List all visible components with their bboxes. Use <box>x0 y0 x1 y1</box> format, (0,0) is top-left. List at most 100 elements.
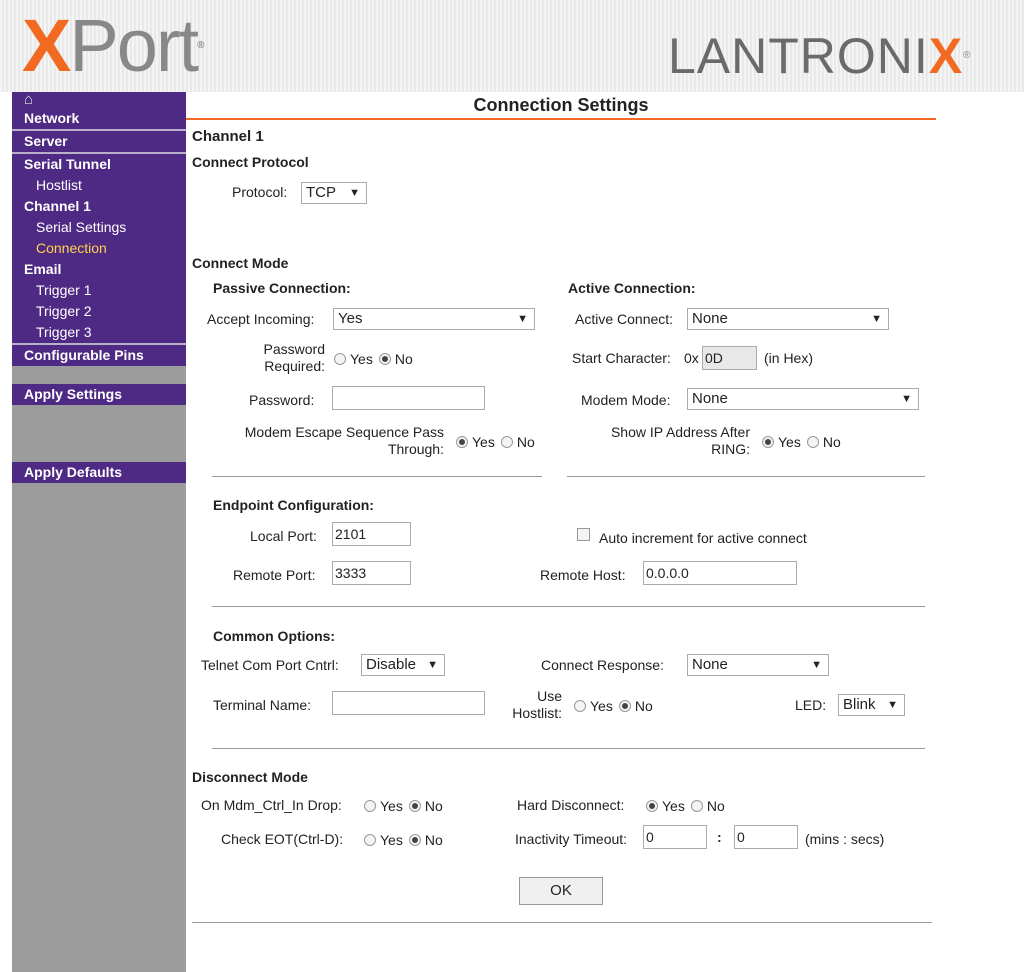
home-icon[interactable]: ⌂ <box>12 92 186 108</box>
channel-heading: Channel 1 <box>192 128 264 145</box>
protocol-value: TCP <box>306 184 336 201</box>
show-ip-yes-radio[interactable] <box>762 436 774 448</box>
mdm-ctrl-drop-radios: Yes No <box>358 798 443 814</box>
modem-escape-yes-radio[interactable] <box>456 436 468 448</box>
protocol-label: Protocol: <box>232 184 288 200</box>
start-character-prefix: 0x <box>684 350 699 366</box>
connect-mode-heading: Connect Mode <box>192 255 289 271</box>
modem-escape-label: Modem Escape Sequence Pass Through: <box>244 424 444 457</box>
inactivity-seconds-input[interactable]: 0 <box>734 825 798 849</box>
apply-settings-button[interactable]: Apply Settings <box>12 384 186 405</box>
password-required-radios: Yes No <box>328 351 413 367</box>
sidebar-item-trigger-1[interactable]: Trigger 1 <box>12 280 186 301</box>
led-value: Blink <box>843 696 876 713</box>
header-banner: XPort® LANTRONIX® <box>0 0 1024 92</box>
telnet-com-port-select[interactable]: Disable ▼ <box>361 654 445 676</box>
chevron-down-icon: ▼ <box>887 699 898 711</box>
check-eot-label: Check EOT(Ctrl-D): <box>221 831 344 847</box>
sidebar-item-serial-settings[interactable]: Serial Settings <box>12 217 186 238</box>
inactivity-minutes-input[interactable]: 0 <box>643 825 707 849</box>
chevron-down-icon: ▼ <box>349 187 360 199</box>
remote-host-label: Remote Host: <box>540 567 626 583</box>
accept-incoming-select[interactable]: Yes ▼ <box>333 308 535 330</box>
check-eot-yes-radio[interactable] <box>364 834 376 846</box>
page-title: Connection Settings <box>473 95 649 115</box>
active-connect-value: None <box>692 310 728 327</box>
use-hostlist-label: Use Hostlist: <box>512 688 562 721</box>
sidebar-item-channel-1[interactable]: Channel 1 <box>12 196 186 217</box>
local-port-label: Local Port: <box>250 528 317 544</box>
apply-defaults-button[interactable]: Apply Defaults <box>12 462 186 483</box>
connect-response-label: Connect Response: <box>541 657 664 673</box>
active-connect-select[interactable]: None ▼ <box>687 308 889 330</box>
inactivity-separator: : <box>717 829 722 845</box>
use-hostlist-yes-radio[interactable] <box>574 700 586 712</box>
check-eot-radios: Yes No <box>358 832 443 848</box>
sidebar-item-network[interactable]: Network <box>12 108 186 129</box>
ok-button[interactable]: OK <box>519 877 603 905</box>
terminal-name-input[interactable] <box>332 691 485 715</box>
section-divider <box>212 606 925 607</box>
sidebar-item-connection[interactable]: Connection <box>12 238 186 259</box>
apply-settings-block: Apply Settings <box>12 384 186 405</box>
telnet-com-port-label: Telnet Com Port Cntrl: <box>201 657 339 673</box>
chevron-down-icon: ▼ <box>517 313 528 325</box>
remote-host-input[interactable]: 0.0.0.0 <box>643 561 797 585</box>
show-ip-label: Show IP Address After RING: <box>610 424 750 457</box>
sidebar-item-email[interactable]: Email <box>12 259 186 280</box>
sidebar-item-trigger-3[interactable]: Trigger 3 <box>12 322 186 343</box>
hard-disconnect-yes-radio[interactable] <box>646 800 658 812</box>
remote-port-label: Remote Port: <box>233 567 316 583</box>
sidebar-menu: ⌂ Network Server Serial Tunnel Hostlist … <box>12 92 186 366</box>
local-port-input[interactable]: 2101 <box>332 522 411 546</box>
accept-incoming-value: Yes <box>338 310 363 327</box>
remote-port-input[interactable]: 3333 <box>332 561 411 585</box>
sidebar-item-serial-tunnel[interactable]: Serial Tunnel <box>12 154 186 175</box>
active-connect-label: Active Connect: <box>575 311 674 327</box>
sidebar-item-configurable-pins[interactable]: Configurable Pins <box>12 345 186 366</box>
start-character-suffix: (in Hex) <box>764 350 814 366</box>
check-eot-no-radio[interactable] <box>408 834 421 846</box>
auto-increment-label: Auto increment for active connect <box>599 530 807 546</box>
apply-defaults-block: Apply Defaults <box>12 462 186 483</box>
modem-mode-value: None <box>692 390 728 407</box>
modem-escape-radios: Yes No <box>450 434 535 450</box>
chevron-down-icon: ▼ <box>901 393 912 405</box>
use-hostlist-no-radio[interactable] <box>618 700 631 712</box>
chevron-down-icon: ▼ <box>427 659 438 671</box>
terminal-name-label: Terminal Name: <box>213 697 312 713</box>
disconnect-mode-heading: Disconnect Mode <box>192 769 308 785</box>
title-divider <box>186 118 936 120</box>
hard-disconnect-no-radio[interactable] <box>690 800 703 812</box>
connect-protocol-heading: Connect Protocol <box>192 154 309 170</box>
led-select[interactable]: Blink ▼ <box>838 694 905 716</box>
modem-escape-no-radio[interactable] <box>500 436 513 448</box>
mdm-ctrl-drop-label: On Mdm_Ctrl_In Drop: <box>201 797 342 813</box>
led-label: LED: <box>795 697 827 713</box>
section-divider <box>212 476 542 477</box>
common-options-heading: Common Options: <box>213 628 336 644</box>
modem-mode-select[interactable]: None ▼ <box>687 388 919 410</box>
passive-connection-heading: Passive Connection: <box>213 280 351 296</box>
lantronix-logo: LANTRONIX® <box>668 28 972 84</box>
inactivity-units: (mins : secs) <box>805 831 885 847</box>
sidebar-item-server[interactable]: Server <box>12 131 186 152</box>
password-required-no-radio[interactable] <box>378 353 391 365</box>
password-label: Password: <box>249 392 315 408</box>
mdm-ctrl-drop-no-radio[interactable] <box>408 800 421 812</box>
mdm-ctrl-drop-yes-radio[interactable] <box>364 800 376 812</box>
start-character-input[interactable]: 0D <box>702 346 757 370</box>
connect-response-select[interactable]: None ▼ <box>687 654 829 676</box>
protocol-select[interactable]: TCP ▼ <box>301 182 367 204</box>
show-ip-no-radio[interactable] <box>806 436 819 448</box>
telnet-com-port-value: Disable <box>366 656 417 673</box>
sidebar-item-hostlist[interactable]: Hostlist <box>12 175 186 196</box>
password-input[interactable] <box>332 386 485 410</box>
sidebar-item-trigger-2[interactable]: Trigger 2 <box>12 301 186 322</box>
start-character-label: Start Character: <box>572 350 671 366</box>
chevron-down-icon: ▼ <box>871 313 882 325</box>
auto-increment-checkbox[interactable] <box>577 528 590 541</box>
password-required-yes-radio[interactable] <box>334 353 346 365</box>
xport-logo: XPort® <box>22 4 205 87</box>
bottom-divider <box>192 922 932 923</box>
